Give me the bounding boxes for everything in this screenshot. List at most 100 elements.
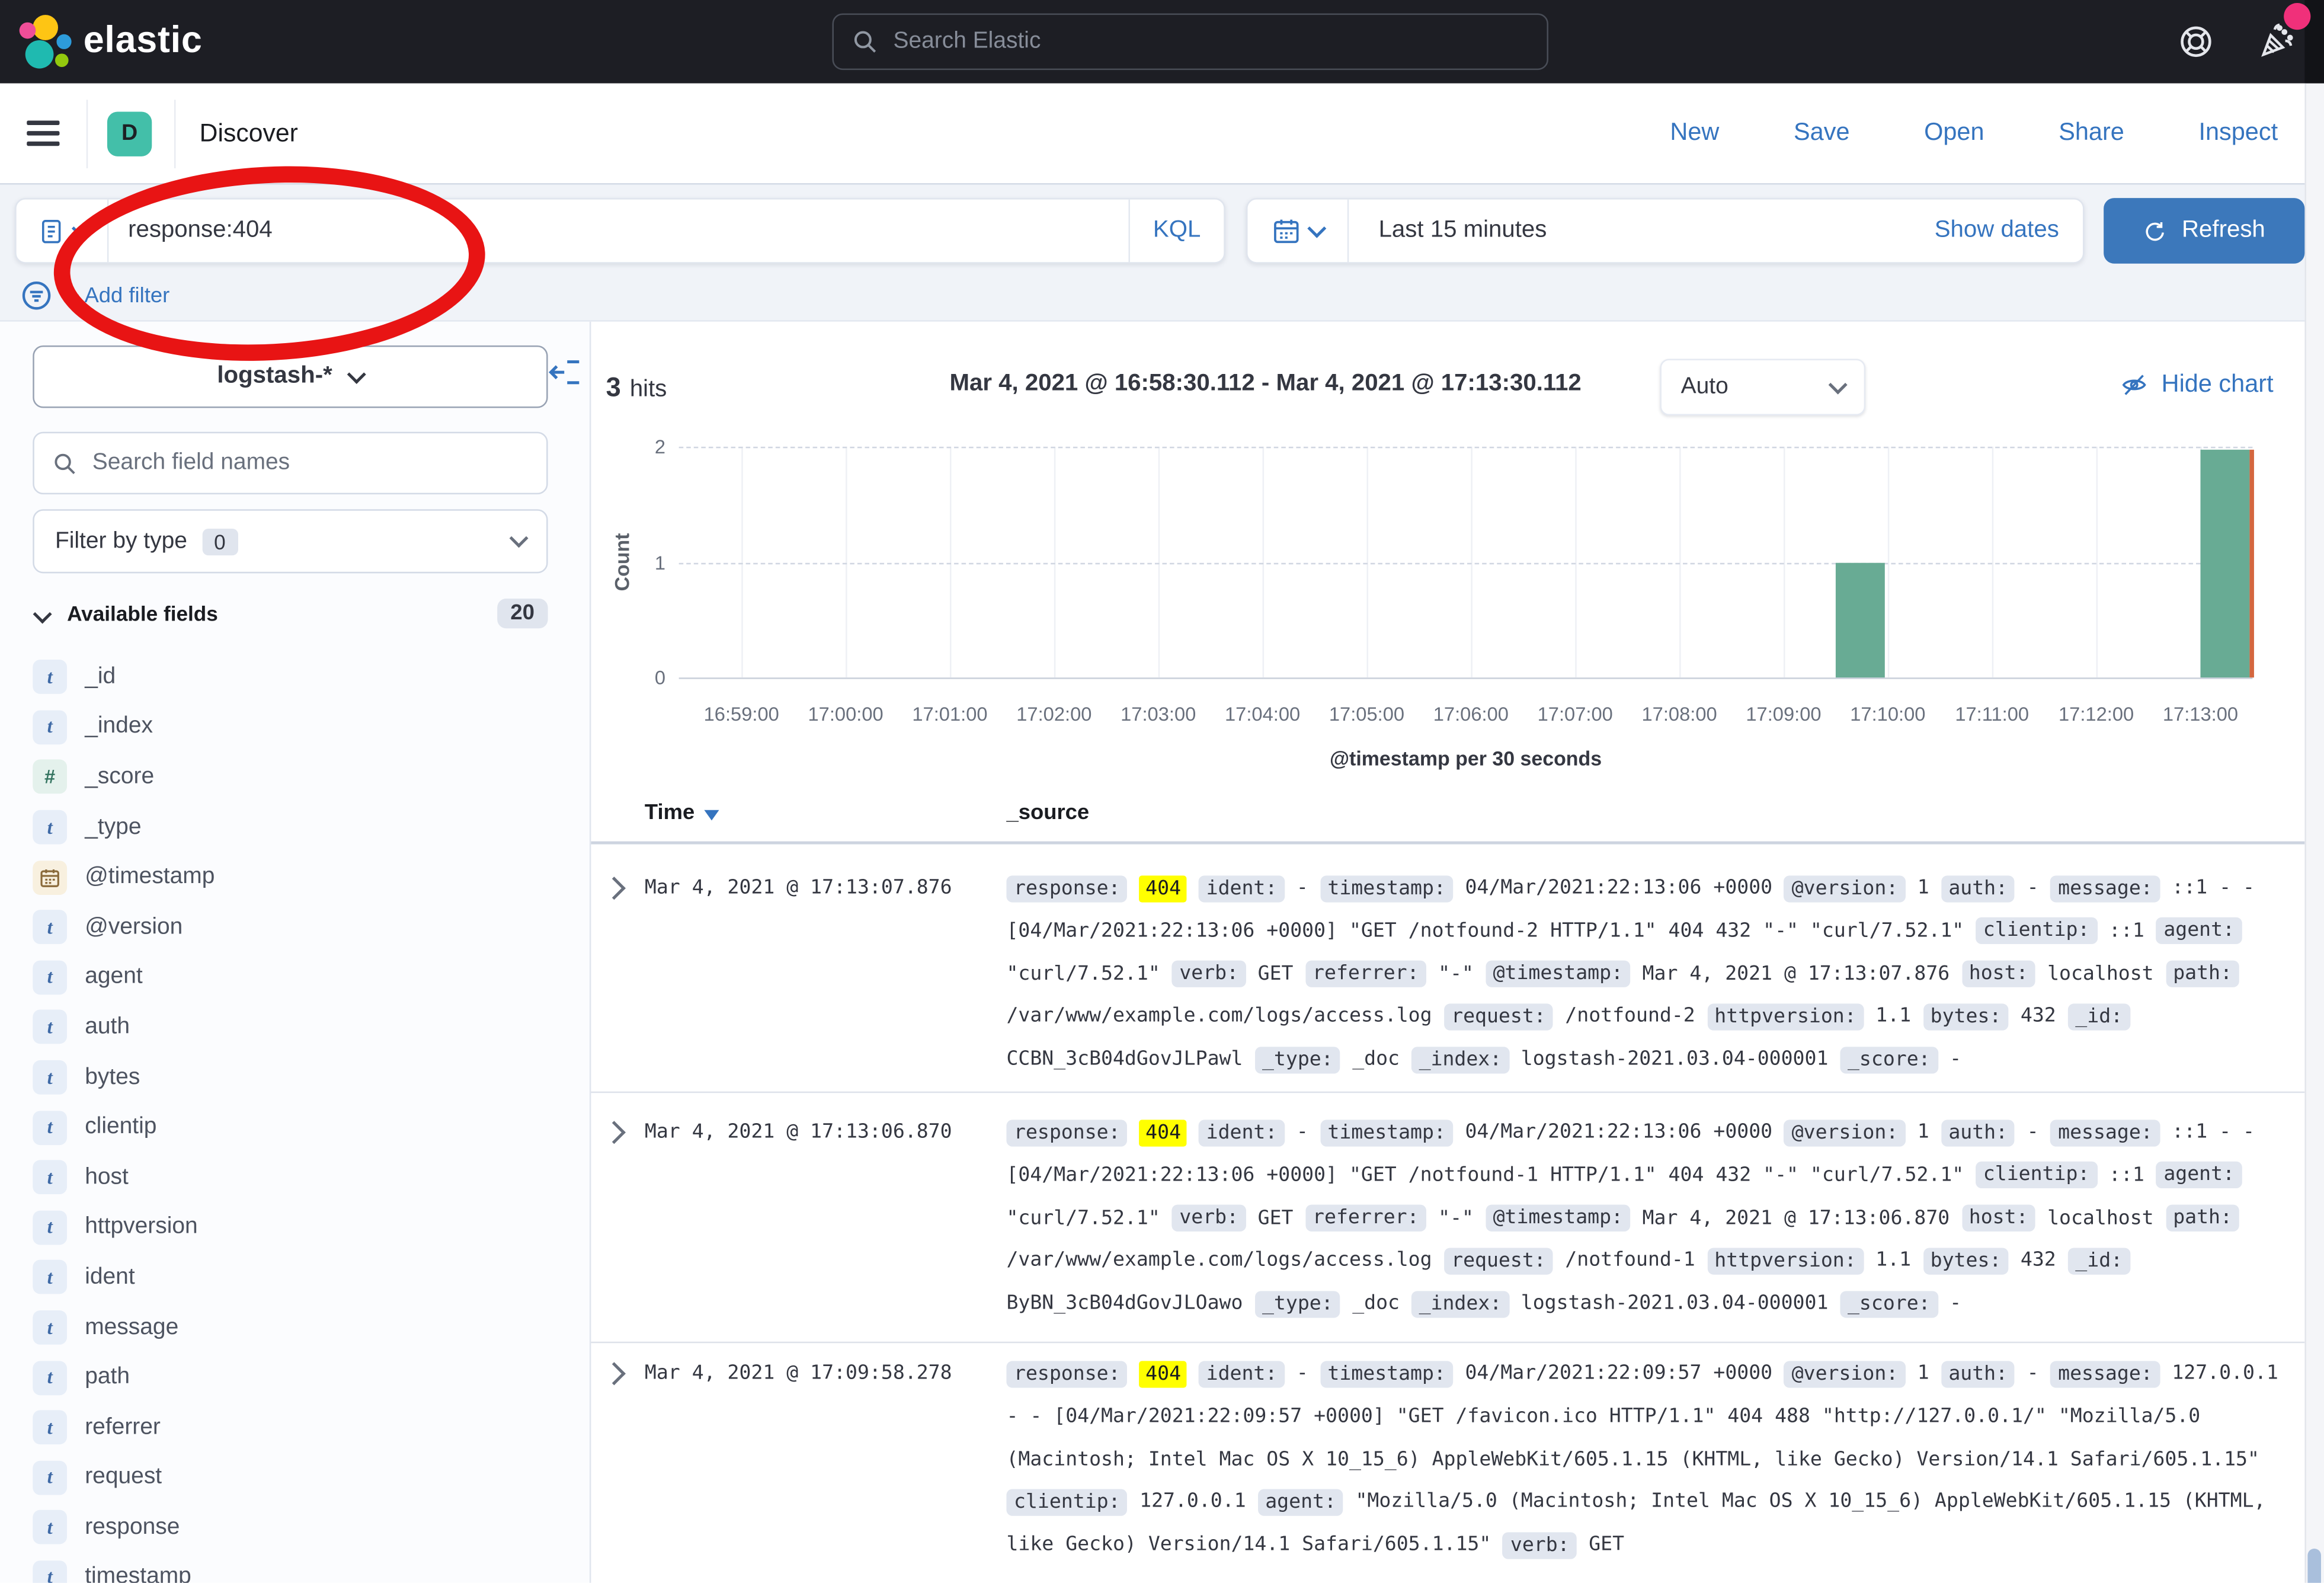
field-name: httpversion [85, 1214, 198, 1241]
field-name: host [85, 1164, 129, 1191]
field-item-_type[interactable]: t_type [33, 802, 569, 852]
chart-bar-17:09:30[interactable] [1836, 563, 1885, 677]
column-header-source[interactable]: _source [1006, 801, 1089, 825]
field-item-bytes[interactable]: tbytes [33, 1053, 569, 1102]
chart-y-tick: 2 [655, 436, 665, 458]
add-filter-button[interactable]: + Add filter [21, 280, 169, 311]
field-item-auth[interactable]: tauth [33, 1002, 569, 1052]
field-item-_index[interactable]: t_index [33, 702, 569, 752]
interval-select[interactable]: Auto [1660, 359, 1865, 415]
field-name-badge: clientip: [1976, 917, 2097, 944]
string-field-icon: t [33, 1460, 67, 1495]
hide-chart-button[interactable]: Hide chart [2120, 371, 2273, 399]
field-item-_score[interactable]: #_score [33, 752, 569, 802]
chart-x-tick: 17:04:00 [1203, 703, 1322, 725]
date-picker-group: Last 15 minutes Show dates [1246, 198, 2085, 264]
field-item-httpversion[interactable]: t httpversion [33, 1203, 569, 1252]
field-item-@version[interactable]: t@version [33, 902, 569, 952]
scrollbar-thumb[interactable] [2307, 1549, 2321, 1583]
field-item-referrer[interactable]: treferrer [33, 1403, 569, 1453]
news-party-popper-icon[interactable] [2257, 23, 2296, 61]
expand-row-chevron-icon[interactable] [603, 1121, 626, 1144]
expand-row-chevron-icon[interactable] [603, 1362, 626, 1385]
global-search-input[interactable]: Search Elastic [832, 14, 1548, 70]
refresh-button[interactable]: Refresh [2104, 198, 2304, 264]
field-item-response[interactable]: tresponse [33, 1502, 569, 1552]
field-name: _index [85, 714, 153, 740]
string-field-icon: t [33, 1360, 67, 1395]
field-item-path[interactable]: tpath [33, 1352, 569, 1402]
refresh-label: Refresh [2182, 218, 2265, 244]
index-pattern-selector[interactable]: logstash-* [33, 346, 548, 408]
field-name-badge: bytes: [1923, 1003, 2009, 1030]
brand-wordmark: elastic [84, 20, 203, 63]
hits-count: 3hits [606, 372, 667, 404]
field-name: @timestamp [85, 864, 215, 891]
field-name-badge: request: [1444, 1248, 1554, 1274]
row-source: response: 404 ident: - timestamp: 04/Mar… [1006, 868, 2300, 1083]
field-item-clientip[interactable]: tclientip [33, 1102, 569, 1152]
chart-x-tick: 17:13:00 [2141, 703, 2260, 725]
chart-y-tick: 1 [655, 551, 665, 574]
filter-circle-icon [21, 280, 52, 311]
app-badge[interactable]: D [107, 111, 152, 155]
chevron-down-icon [347, 364, 366, 383]
string-field-icon: t [33, 1210, 67, 1245]
eye-closed-icon [2120, 371, 2148, 399]
field-name-badge: timestamp: [1320, 1119, 1454, 1146]
field-name-badge: _id: [2068, 1003, 2130, 1030]
query-input[interactable]: response:404 [108, 218, 1128, 244]
number-field-icon: # [33, 760, 67, 795]
interval-value: Auto [1681, 374, 1728, 401]
chart-x-tick: 17:00:00 [786, 703, 905, 725]
elastic-logo-icon[interactable] [20, 15, 73, 68]
field-search-input[interactable]: Search field names [33, 432, 548, 495]
chart-bar-17:13:00[interactable] [2200, 450, 2249, 677]
field-item-timestamp[interactable]: ttimestamp [33, 1553, 569, 1583]
available-fields-header[interactable]: Available fields 20 [33, 599, 548, 628]
collapse-sidebar-icon[interactable] [548, 354, 584, 390]
field-name: agent [85, 964, 142, 990]
saved-query-menu-button[interactable] [17, 200, 109, 263]
index-pattern-label: logstash-* [217, 363, 332, 390]
nav-action-share[interactable]: Share [2059, 119, 2124, 148]
time-range-value[interactable]: Last 15 minutes [1349, 218, 1547, 244]
expand-row-chevron-icon[interactable] [603, 877, 626, 900]
filter-by-type-dropdown[interactable]: Filter by type 0 [33, 509, 548, 573]
nav-action-inspect[interactable]: Inspect [2198, 119, 2278, 148]
chart-x-tick: 17:07:00 [1516, 703, 1635, 725]
nav-action-save[interactable]: Save [1794, 119, 1849, 148]
field-list: t_idt_index#_scoret_type@timestampt@vers… [33, 652, 569, 1582]
field-name-badge: message: [2051, 875, 2160, 901]
field-name-badge: auth: [1941, 875, 2015, 901]
field-name-badge: @timestamp: [1486, 961, 1631, 987]
nav-action-open[interactable]: Open [1924, 119, 1984, 148]
help-lifebuoy-icon[interactable] [2176, 23, 2215, 61]
chart-hgridline [679, 447, 2253, 449]
chart-x-axis-label: @timestamp per 30 seconds [679, 747, 2253, 770]
chart-x-tick: 17:08:00 [1620, 703, 1739, 725]
query-language-button[interactable]: KQL [1128, 200, 1224, 263]
show-dates-link[interactable]: Show dates [1935, 218, 2059, 244]
column-header-time[interactable]: Time [645, 801, 719, 825]
page-title: Discover [200, 119, 298, 148]
quick-select-date-button[interactable] [1247, 200, 1349, 263]
field-name-badge: _id: [2068, 1248, 2130, 1274]
chart-x-tick: 16:59:00 [682, 703, 801, 725]
fields-sidebar: logstash-* Search field names Filter by … [0, 322, 591, 1583]
scrollbar-track[interactable] [2304, 84, 2324, 1583]
field-item-host[interactable]: thost [33, 1153, 569, 1203]
field-item-message[interactable]: tmessage [33, 1303, 569, 1352]
nav-action-new[interactable]: New [1670, 119, 1719, 148]
field-name-badge: bytes: [1923, 1248, 2009, 1274]
menu-hamburger-icon[interactable] [27, 121, 59, 146]
field-name-badge: ident: [1199, 1119, 1285, 1146]
field-item-request[interactable]: trequest [33, 1453, 569, 1502]
field-name: _type [85, 814, 141, 840]
field-item-@timestamp[interactable]: @timestamp [33, 852, 569, 902]
field-name-badge: _score: [1840, 1047, 1938, 1073]
field-item-ident[interactable]: tident [33, 1252, 569, 1302]
chart-hgridline [679, 562, 2253, 564]
field-item-_id[interactable]: t_id [33, 652, 569, 702]
field-item-agent[interactable]: tagent [33, 952, 569, 1002]
